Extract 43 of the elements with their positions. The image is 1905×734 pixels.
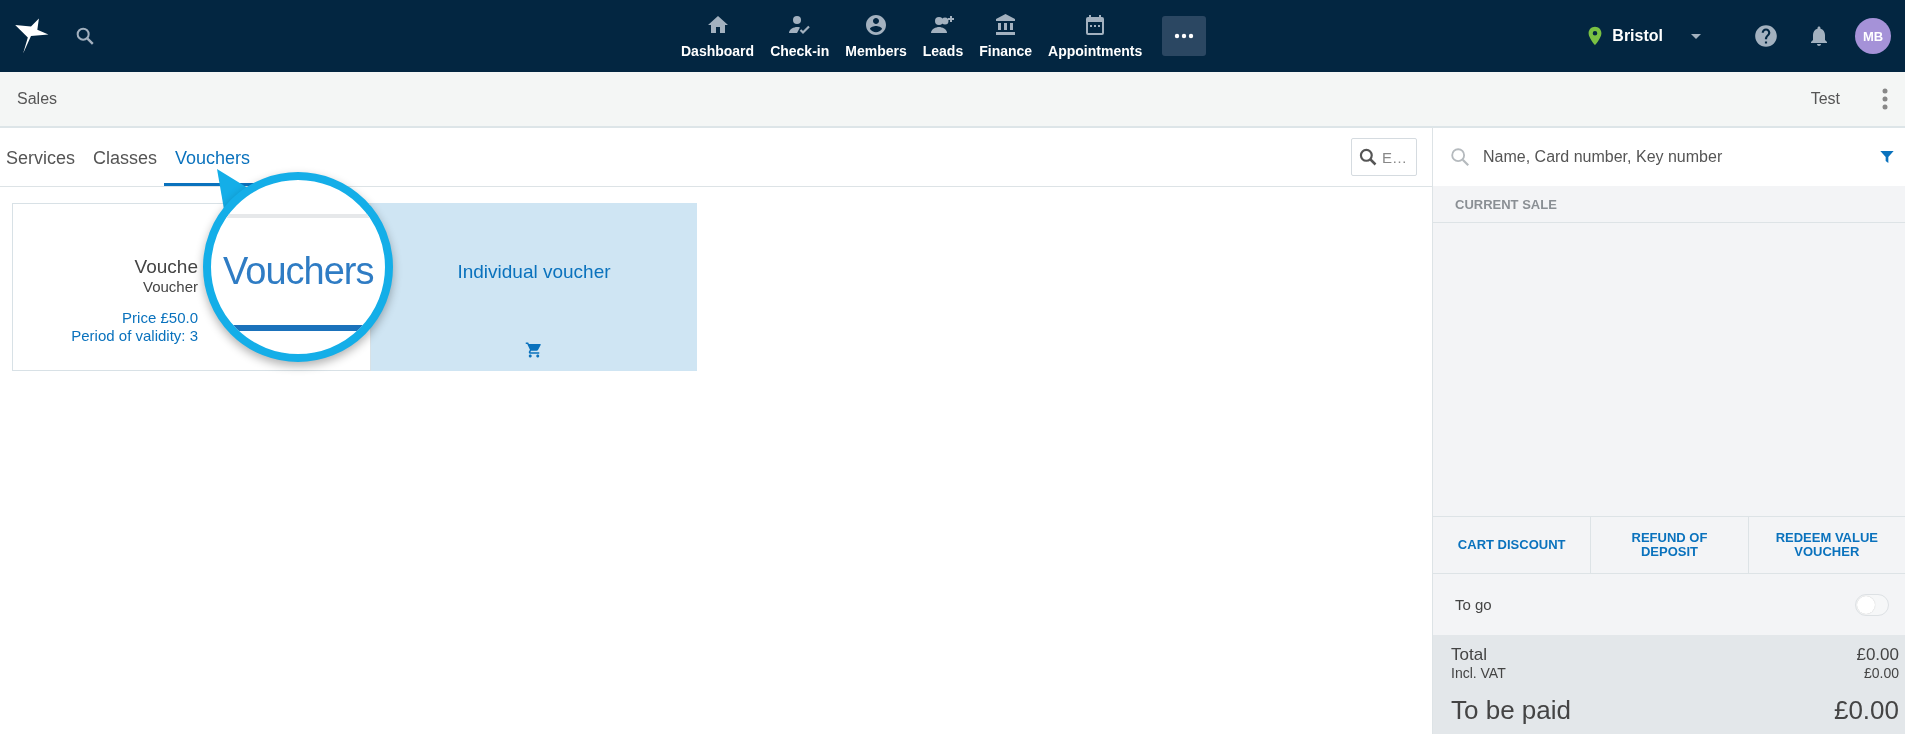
location-selector[interactable]: Bristol <box>1578 24 1707 48</box>
total-amount: £0.00 <box>1863 665 1899 681</box>
card-subtitle: Voucher <box>142 278 198 295</box>
filter-icon[interactable] <box>1879 149 1895 165</box>
card-title: Vouche <box>134 256 198 278</box>
section-heading: CURRENT SALE <box>1455 196 1557 212</box>
total-label: To be paid <box>1451 695 1571 726</box>
card-title: Individual voucher <box>457 261 611 283</box>
search-icon <box>1449 146 1471 168</box>
sale-action-button[interactable]: CART DISCOUNT <box>1433 517 1591 573</box>
total-amount: £0.00 <box>1856 645 1899 665</box>
nav-item[interactable]: Dashboard <box>673 13 763 59</box>
magnified-tab-label: Vouchers <box>223 250 374 293</box>
member-search-field[interactable]: Name, Card number, Key number <box>1481 147 1869 167</box>
to-go-toggle[interactable] <box>1855 593 1889 616</box>
test-button[interactable]: Test <box>1804 89 1846 109</box>
total-amount: £0.00 <box>1833 695 1899 726</box>
card-price: Price £50.0 <box>122 309 198 327</box>
nav-item[interactable]: Appointments <box>1040 13 1151 59</box>
sale-action-button[interactable]: REFUND OF DEPOSIT <box>1590 517 1748 573</box>
search-icon <box>1358 147 1378 167</box>
search-icon[interactable] <box>74 25 96 47</box>
location-name: Bristol <box>1612 27 1663 45</box>
nav-item[interactable]: Members <box>837 13 915 59</box>
total-label: Total <box>1451 645 1487 665</box>
kebab-menu-icon[interactable] <box>1882 88 1888 110</box>
page-title: Sales <box>17 90 58 108</box>
help-icon[interactable] <box>1753 23 1779 49</box>
person-check-icon <box>787 13 812 37</box>
bank-icon <box>993 13 1018 37</box>
search-bar[interactable]: Name, Card number, Key number <box>1433 128 1905 186</box>
caret-icon <box>1691 33 1701 39</box>
card-validity: Period of validity: 3 <box>71 327 198 345</box>
to-go-label: To go <box>1455 596 1492 613</box>
nav-item[interactable]: Leads <box>914 13 972 59</box>
total-label: Incl. VAT <box>1451 665 1506 681</box>
search-box[interactable]: E… <box>1351 138 1417 176</box>
cart-icon <box>525 341 543 359</box>
ellipsis-icon <box>1174 33 1195 39</box>
nav-item[interactable]: Finance <box>971 13 1041 59</box>
nav-item[interactable]: Check-in <box>762 13 838 59</box>
sale-action-button[interactable]: REDEEM VALUE VOUCHER <box>1747 517 1905 573</box>
more-button[interactable] <box>1162 16 1207 56</box>
